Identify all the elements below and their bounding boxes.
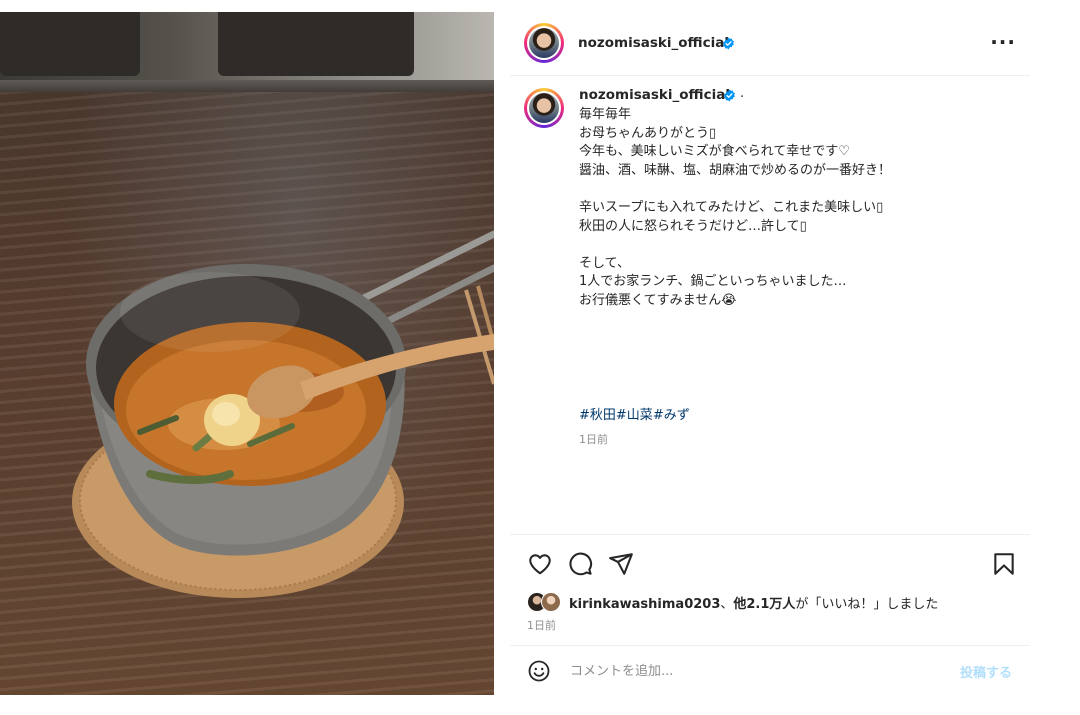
caption-author-suffix: . xyxy=(740,86,745,101)
hashtag-link[interactable]: #秋田 xyxy=(579,408,616,423)
liker-username[interactable]: kirinkawashima0203 xyxy=(569,597,720,612)
post-comment-button[interactable]: 投稿する xyxy=(954,661,1018,682)
comment-icon[interactable] xyxy=(567,551,593,577)
caption-username[interactable]: nozomisaski_official xyxy=(579,87,730,103)
likes-suffix: が「いいね！」しました xyxy=(795,597,939,612)
liker-avatar[interactable] xyxy=(541,592,561,612)
verified-icon xyxy=(723,37,734,50)
likes-summary: kirinkawashima0203、他2.1万人が「いいね！」しました xyxy=(527,592,1027,612)
post-timestamp[interactable]: 1日前 xyxy=(527,617,556,633)
verified-icon xyxy=(724,89,735,102)
emoji-icon[interactable] xyxy=(527,659,551,683)
caption-avatar[interactable] xyxy=(524,88,564,128)
heart-icon[interactable] xyxy=(527,551,553,577)
caption-block: nozomisaski_official . 毎年毎年 お母ちゃんありがとう▯ … xyxy=(510,76,1030,532)
hashtag-link[interactable]: #みず xyxy=(653,408,690,423)
hashtag-list: #秋田#山菜#みず xyxy=(579,404,690,423)
likes-text: kirinkawashima0203、他2.1万人が「いいね！」しました xyxy=(569,593,938,612)
hashtag-link[interactable]: #山菜 xyxy=(616,408,653,423)
post-detail-panel: nozomisaski_official ··· nozomisaski_off… xyxy=(510,12,1030,695)
caption-text: 毎年毎年 お母ちゃんありがとう▯ 今年も、美味しいミズが食べられて幸せです♡ 醤… xyxy=(579,107,892,308)
post-header: nozomisaski_official ··· xyxy=(510,12,1030,76)
carousel-indicator xyxy=(0,688,494,695)
more-icon[interactable]: ··· xyxy=(990,30,1016,54)
caption-timestamp[interactable]: 1日前 xyxy=(579,431,608,447)
avatar[interactable] xyxy=(524,23,564,63)
bookmark-icon[interactable] xyxy=(991,551,1017,577)
post-photo[interactable] xyxy=(0,12,494,695)
photo-soup-scene xyxy=(72,230,494,598)
header-username[interactable]: nozomisaski_official xyxy=(578,35,729,51)
comment-bar: 投稿する xyxy=(510,645,1030,696)
action-bar xyxy=(510,534,1030,595)
likes-separator: 、 xyxy=(720,597,734,612)
share-icon[interactable] xyxy=(608,551,634,577)
likes-count[interactable]: 他2.1万人 xyxy=(733,597,795,612)
comment-input[interactable] xyxy=(568,658,932,684)
